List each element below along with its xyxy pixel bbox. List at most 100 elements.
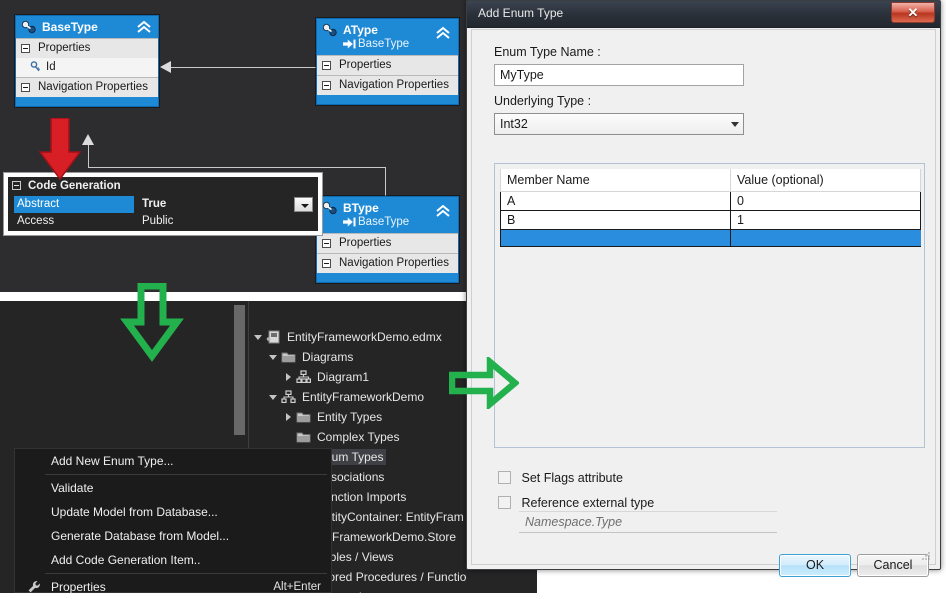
grid-cell-member[interactable]: A bbox=[500, 191, 731, 211]
connector-btype-horiz bbox=[88, 167, 385, 168]
property-row-access[interactable]: Access Public bbox=[8, 213, 318, 230]
property-value-access[interactable]: Public bbox=[142, 213, 173, 230]
property-value-abstract[interactable]: True bbox=[142, 196, 166, 213]
collapse-icon[interactable] bbox=[322, 81, 331, 90]
folder-icon bbox=[281, 352, 296, 363]
menu-item-add-new-enum-type[interactable]: Add New Enum Type... bbox=[15, 449, 331, 473]
grid-cell-member-new[interactable] bbox=[500, 229, 731, 247]
tree-item-label: EntityFrameworkDemo.edmx bbox=[287, 330, 442, 344]
property-row-abstract[interactable]: Abstract True bbox=[8, 196, 318, 213]
collapse-icon[interactable] bbox=[322, 239, 331, 248]
entity-btype[interactable]: BType BaseType Properties Navigation Pro… bbox=[316, 196, 459, 283]
entity-btype-navprops-section[interactable]: Navigation Properties bbox=[317, 253, 458, 273]
diagram-icon bbox=[296, 370, 311, 384]
model-icon bbox=[281, 390, 296, 404]
entity-basetype-name: BaseType bbox=[42, 20, 98, 34]
connector-atype-basetype bbox=[170, 67, 316, 68]
wrench-icon bbox=[28, 581, 40, 593]
entity-basetype-properties-section[interactable]: Properties bbox=[16, 38, 158, 58]
underlying-type-select[interactable]: Int32 bbox=[494, 113, 744, 135]
menu-item-shortcut: Alt+Enter bbox=[273, 581, 321, 593]
section-label: Navigation Properties bbox=[339, 79, 449, 91]
close-icon[interactable]: ✕ bbox=[891, 2, 935, 23]
underlying-type-label: Underlying Type : bbox=[494, 94, 592, 108]
connector-arrow-atype bbox=[160, 61, 171, 73]
grid-column-member-name[interactable]: Member Name bbox=[500, 169, 731, 192]
menu-item-add-code-generation-item[interactable]: Add Code Generation Item.. bbox=[15, 548, 331, 572]
chevron-up-icon[interactable] bbox=[434, 203, 452, 219]
edmx-file-icon bbox=[266, 330, 280, 344]
twisty-expanded-icon[interactable] bbox=[269, 355, 277, 360]
section-label: Properties bbox=[339, 237, 392, 249]
property-dropdown-button[interactable] bbox=[294, 197, 313, 212]
entity-basetype[interactable]: BaseType Properties Id Navigation Proper… bbox=[15, 15, 159, 107]
grid-column-value[interactable]: Value (optional) bbox=[730, 169, 921, 192]
collapse-icon[interactable] bbox=[12, 181, 21, 190]
tree-item-label: Diagram1 bbox=[317, 370, 370, 384]
entity-btype-name: BType bbox=[343, 201, 379, 215]
entity-atype[interactable]: AType BaseType Properties Navigation Pro… bbox=[316, 18, 459, 105]
property-name-access: Access bbox=[17, 215, 55, 227]
solution-explorer-scrollbar[interactable] bbox=[234, 305, 245, 435]
enum-type-name-label: Enum Type Name : bbox=[494, 45, 601, 59]
grid-cell-value[interactable]: 0 bbox=[730, 191, 921, 211]
entity-atype-basetype-label: BaseType bbox=[358, 38, 410, 50]
twisty-collapsed-icon[interactable] bbox=[286, 373, 291, 381]
menu-separator bbox=[45, 573, 327, 574]
entity-atype-name: AType bbox=[343, 23, 378, 37]
menu-item-properties[interactable]: Properties Alt+Enter bbox=[15, 575, 331, 599]
screenshot-root: BaseType Properties Id Navigation Proper… bbox=[0, 0, 946, 599]
menu-item-generate-database-from-model[interactable]: Generate Database from Model... bbox=[15, 524, 331, 548]
section-label: Navigation Properties bbox=[38, 81, 148, 93]
menu-item-validate[interactable]: Validate bbox=[15, 476, 331, 500]
reference-external-checkbox[interactable] bbox=[498, 496, 511, 509]
annotation-arrow-red-down bbox=[38, 118, 82, 181]
grid-cell-value-new[interactable] bbox=[730, 229, 921, 247]
ok-button[interactable]: OK bbox=[779, 554, 851, 577]
collapse-icon[interactable] bbox=[21, 44, 30, 53]
enum-members-grid[interactable]: Member Name Value (optional) A 0 B 1 bbox=[500, 169, 921, 247]
collapse-icon[interactable] bbox=[21, 83, 30, 92]
enum-members-grid-container: Member Name Value (optional) A 0 B 1 bbox=[494, 163, 925, 448]
chevron-up-icon[interactable] bbox=[434, 25, 452, 41]
set-flags-checkbox[interactable] bbox=[498, 471, 511, 484]
tree-item-label: Diagrams bbox=[302, 350, 354, 364]
enum-type-name-input[interactable]: MyType bbox=[494, 64, 744, 86]
resize-grip-icon[interactable] bbox=[919, 549, 931, 561]
entity-basetype-property-id[interactable]: Id bbox=[16, 58, 158, 77]
dialog-title: Add Enum Type bbox=[478, 6, 564, 20]
tree-item-label: Entity Types bbox=[317, 410, 383, 424]
annotation-arrow-green-right bbox=[449, 357, 519, 409]
set-flags-checkbox-row[interactable]: Set Flags attribute bbox=[498, 471, 623, 485]
reference-external-checkbox-row[interactable]: Reference external type bbox=[498, 496, 654, 510]
entity-btype-footer bbox=[317, 273, 458, 282]
grid-cell-value[interactable]: 1 bbox=[730, 210, 921, 230]
set-flags-label: Set Flags attribute bbox=[521, 471, 623, 485]
entity-atype-navprops-section[interactable]: Navigation Properties bbox=[317, 75, 458, 95]
collapse-icon[interactable] bbox=[322, 259, 331, 268]
menu-separator bbox=[45, 474, 327, 475]
menu-item-label: Properties bbox=[51, 580, 106, 594]
entity-btype-properties-section[interactable]: Properties bbox=[317, 233, 458, 253]
reference-external-label: Reference external type bbox=[521, 496, 655, 510]
entity-basetype-header: BaseType bbox=[16, 16, 158, 38]
collapse-icon[interactable] bbox=[322, 61, 331, 70]
dialog-titlebar[interactable]: Add Enum Type ✕ bbox=[467, 1, 940, 28]
chevron-up-icon[interactable] bbox=[135, 19, 153, 35]
twisty-expanded-icon[interactable] bbox=[254, 335, 262, 340]
white-separator-band bbox=[0, 292, 537, 301]
entity-btype-basetype-label: BaseType bbox=[358, 216, 410, 228]
menu-item-update-model-from-database[interactable]: Update Model from Database... bbox=[15, 500, 331, 524]
section-label: Properties bbox=[38, 42, 91, 54]
twisty-collapsed-icon[interactable] bbox=[286, 413, 291, 421]
table-row-new[interactable] bbox=[500, 229, 921, 247]
chevron-down-icon[interactable] bbox=[731, 122, 739, 127]
entity-atype-properties-section[interactable]: Properties bbox=[317, 55, 458, 75]
entity-type-icon bbox=[21, 20, 36, 34]
twisty-expanded-icon[interactable] bbox=[269, 395, 277, 400]
grid-cell-member[interactable]: B bbox=[500, 210, 731, 230]
entity-basetype-navprops-section[interactable]: Navigation Properties bbox=[16, 77, 158, 97]
namespace-type-input[interactable]: Namespace.Type bbox=[519, 511, 777, 533]
table-row[interactable]: B 1 bbox=[500, 210, 921, 230]
table-row[interactable]: A 0 bbox=[500, 191, 921, 211]
